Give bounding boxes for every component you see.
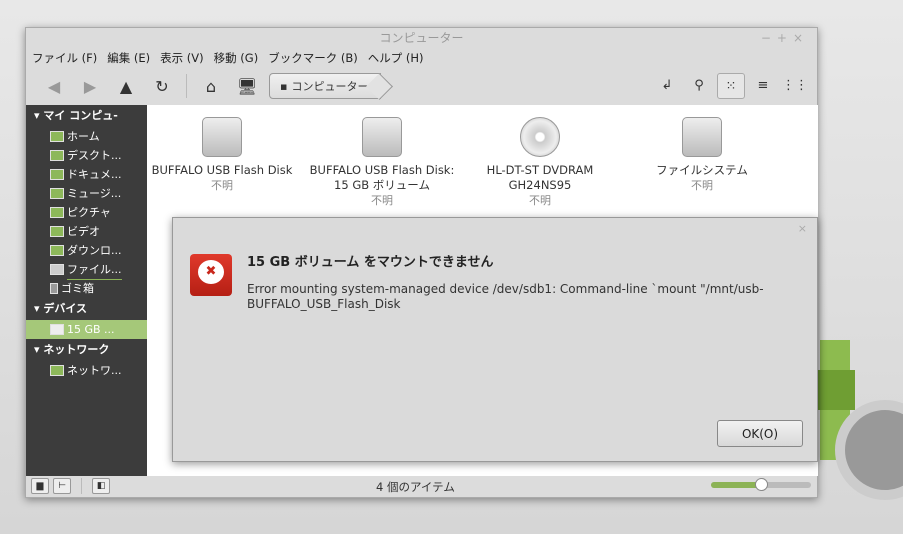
folder-pictures-icon [50, 207, 64, 218]
drive-item[interactable]: HL-DT-ST DVDRAM GH24NS95 不明 [465, 117, 615, 208]
sidebar-item-15gb-volume[interactable]: 15 GB ... [26, 320, 147, 339]
computer-icon[interactable]: 🖥 [229, 77, 265, 96]
folder-home-icon [50, 131, 64, 142]
menu-bar: ファイル (F) 編集 (E) 表示 (V) 移動 (G) ブックマーク (B)… [26, 48, 817, 68]
location-toggle-icon[interactable]: ↲ [653, 73, 681, 99]
menu-edit[interactable]: 編集 (E) [107, 48, 150, 68]
sidebar-item-downloads[interactable]: ダウンロ... [26, 241, 147, 260]
zoom-slider-handle[interactable] [755, 478, 768, 491]
drive-item[interactable]: BUFFALO USB Flash Disk: 15 GB ボリューム 不明 [307, 117, 457, 208]
sidebar-section-devices[interactable]: ▾ デバイス [26, 298, 147, 320]
show-tree-icon[interactable]: ⊢ [53, 478, 71, 494]
hard-disk-icon [682, 117, 722, 157]
drive-icon [50, 324, 64, 335]
dialog-title: 15 GB ボリューム をマウントできません [247, 255, 494, 270]
error-dialog: × 15 GB ボリューム をマウントできません Error mounting … [172, 217, 818, 462]
folder-videos-icon [50, 226, 64, 237]
sidebar-item-home[interactable]: ホーム [26, 127, 147, 146]
menu-view[interactable]: 表示 (V) [160, 48, 204, 68]
show-places-icon[interactable]: ▆ [31, 478, 49, 494]
up-icon[interactable]: ▲ [108, 77, 144, 96]
back-icon[interactable]: ◀ [36, 77, 72, 96]
toggle-sidebar-icon[interactable]: ◧ [92, 478, 110, 494]
menu-file[interactable]: ファイル (F) [32, 48, 97, 68]
window-title: コンピューター [379, 31, 464, 45]
compact-view-icon[interactable]: ⋮⋮ [781, 73, 809, 99]
sidebar-section-my-computer[interactable]: ▾ マイ コンピュ- [26, 105, 147, 127]
home-icon[interactable]: ⌂ [193, 77, 229, 96]
dialog-close-icon[interactable]: × [798, 222, 807, 235]
title-bar[interactable]: コンピューター −+× [26, 28, 817, 48]
sidebar-section-network[interactable]: ▾ ネットワーク [26, 339, 147, 361]
list-view-icon[interactable]: ≡ [749, 73, 777, 99]
sidebar-item-desktop[interactable]: デスクト... [26, 146, 147, 165]
sidebar-item-pictures[interactable]: ピクチャ [26, 203, 147, 222]
sidebar-item-trash[interactable]: ゴミ箱 [26, 279, 147, 298]
zoom-slider[interactable] [711, 478, 811, 491]
sidebar-item-documents[interactable]: ドキュメ... [26, 165, 147, 184]
icon-view-icon[interactable]: ⁙ [717, 73, 745, 99]
reload-icon[interactable]: ↻ [144, 77, 180, 96]
usb-drive-icon [202, 117, 242, 157]
sidebar: ▾ マイ コンピュ- ホーム デスクト... ドキュメ... ミュージ... ピ… [26, 105, 147, 476]
computer-icon: ▪ [280, 79, 288, 93]
breadcrumb-label: コンピューター [291, 80, 369, 93]
item-count: 4 個のアイテム [376, 480, 455, 494]
sidebar-item-filesystem[interactable]: ファイル... [26, 260, 147, 280]
hard-disk-icon [50, 264, 64, 275]
drive-item[interactable]: ファイルシステム 不明 [627, 117, 777, 193]
sidebar-item-network[interactable]: ネットワ... [26, 361, 147, 380]
forward-icon[interactable]: ▶ [72, 77, 108, 96]
status-bar: ▆ ⊢ ◧ 4 個のアイテム [26, 475, 817, 497]
desktop-icon [50, 150, 64, 161]
ok-button[interactable]: OK(O) [717, 420, 803, 447]
sidebar-item-music[interactable]: ミュージ... [26, 184, 147, 203]
menu-help[interactable]: ヘルプ (H) [368, 48, 424, 68]
search-icon[interactable]: ⚲ [685, 73, 713, 99]
menu-go[interactable]: 移動 (G) [214, 48, 259, 68]
folder-documents-icon [50, 169, 64, 180]
error-icon [190, 254, 232, 296]
sidebar-item-videos[interactable]: ビデオ [26, 222, 147, 241]
trash-icon [50, 283, 58, 294]
maximize-button[interactable]: + [777, 31, 793, 45]
divider [81, 478, 82, 494]
folder-downloads-icon [50, 245, 64, 256]
toolbar: ◀ ▶ ▲ ↻ ⌂ 🖥 ▪ コンピューター ↲ ⚲ ⁙ ≡ ⋮⋮ [26, 68, 817, 104]
usb-drive-icon [362, 117, 402, 157]
close-button[interactable]: × [793, 31, 809, 45]
dialog-message: Error mounting system-managed device /de… [247, 282, 764, 311]
drive-item[interactable]: BUFFALO USB Flash Disk 不明 [147, 117, 297, 193]
folder-music-icon [50, 188, 64, 199]
menu-bookmarks[interactable]: ブックマーク (B) [268, 48, 358, 68]
optical-disc-icon [520, 117, 560, 157]
divider [186, 74, 187, 98]
folder-network-icon [50, 365, 64, 376]
mint-logo [815, 340, 903, 500]
minimize-button[interactable]: − [761, 31, 777, 45]
breadcrumb-computer[interactable]: ▪ コンピューター [269, 73, 381, 99]
